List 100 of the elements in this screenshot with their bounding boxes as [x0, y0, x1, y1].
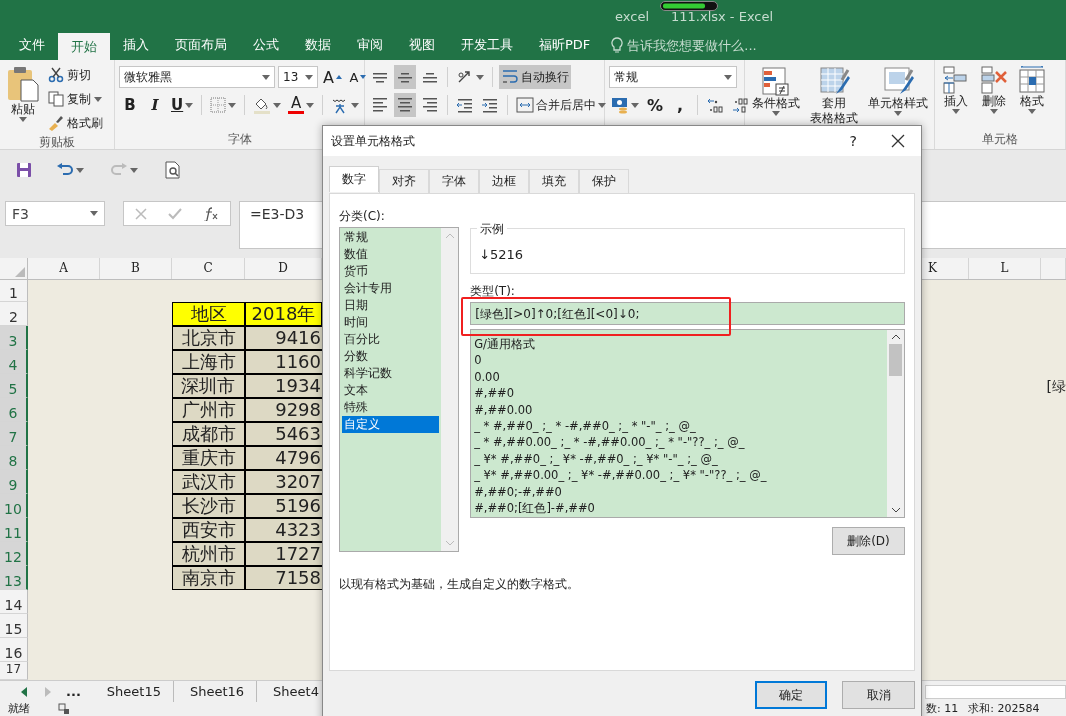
row-header[interactable]: 15	[0, 614, 28, 638]
format-painter-button[interactable]: 格式刷	[46, 112, 105, 134]
row-header[interactable]: 1	[0, 280, 28, 302]
row-header[interactable]: 6	[0, 398, 28, 422]
font-color-button[interactable]: A	[286, 93, 317, 117]
category-item[interactable]: 特殊	[342, 399, 440, 416]
row-header[interactable]: 9	[0, 470, 28, 494]
ribbon-tab[interactable]: 页面布局	[162, 30, 240, 60]
dialog-tab[interactable]: 保护	[579, 169, 629, 193]
row-header[interactable]: 8	[0, 446, 28, 470]
category-list[interactable]: 常规 数值 货币 会计专用 日期 时间 百分比 分数 科学记数 文本 特殊 自定义	[339, 227, 460, 552]
align-button[interactable]	[394, 93, 416, 117]
ribbon-tab[interactable]: 视图	[396, 30, 448, 60]
category-item[interactable]: 数值	[342, 246, 440, 263]
paste-button[interactable]: 粘贴	[4, 64, 42, 134]
italic-button[interactable]: I	[144, 93, 166, 117]
category-item[interactable]: 货币	[342, 263, 440, 280]
dialog-tab[interactable]: 对齐	[379, 169, 429, 193]
font-name-field[interactable]: 微软雅黑	[119, 66, 275, 88]
dialog-tab[interactable]: 填充	[529, 169, 579, 193]
format-item[interactable]: _ ¥* #,##0.00_ ;_ ¥* -#,##0.00_ ;_ ¥* "-"??_ ;_ @_	[474, 467, 884, 484]
row-header[interactable]: 2	[0, 302, 28, 326]
row-header[interactable]: 4	[0, 350, 28, 374]
font-size-field[interactable]: 13	[278, 66, 318, 88]
underline-button[interactable]: U	[169, 93, 196, 117]
category-item[interactable]: 文本	[342, 382, 440, 399]
format-item[interactable]: G/通用格式	[474, 336, 884, 353]
table-brush-icon	[818, 66, 850, 96]
help-button[interactable]: ?	[849, 133, 857, 149]
category-item[interactable]: 日期	[342, 297, 440, 314]
dialog-tab[interactable]: 边框	[479, 169, 529, 193]
dialog-tab[interactable]: 字体	[429, 169, 479, 193]
row-header[interactable]: 17	[0, 662, 28, 680]
ribbon-tab[interactable]: 审阅	[344, 30, 396, 60]
ribbon-tab[interactable]: 开发工具	[448, 30, 526, 60]
dialog-tab[interactable]: 数字	[329, 166, 379, 192]
format-item[interactable]: #,##0;-#,##0	[474, 483, 884, 501]
scrollbar-thumb[interactable]	[889, 344, 902, 376]
format-item[interactable]: #,##0.00	[474, 401, 884, 419]
format-item[interactable]: 0	[474, 352, 884, 369]
category-item[interactable]: 时间	[342, 314, 440, 331]
ribbon-tab[interactable]: 文件	[6, 30, 58, 60]
row-header[interactable]: 13	[0, 566, 28, 590]
more-sheets-button[interactable]: ...	[56, 684, 91, 699]
delete-button[interactable]: 删除(D)	[832, 527, 905, 555]
category-item[interactable]: 科学记数	[342, 365, 440, 382]
delete-cells-icon	[980, 66, 1008, 94]
column-header[interactable]: B	[100, 258, 172, 279]
merge-button[interactable]: 合并后居中	[514, 93, 608, 117]
format-item[interactable]: _ * #,##0_ ;_ * -#,##0_ ;_ * "-"_ ;_ @_	[474, 418, 884, 435]
type-field[interactable]: [绿色][>0]↑0;[红色][<0]↓0;	[470, 302, 905, 325]
row-header[interactable]: 14	[0, 590, 28, 614]
tell-me-field[interactable]: 告诉我您想要做什么...	[627, 37, 788, 53]
category-item[interactable]: 自定义	[342, 416, 440, 433]
number-format-field[interactable]: 常规	[609, 66, 737, 88]
row-header[interactable]: 10	[0, 494, 28, 518]
shrink-font-button[interactable]: A	[346, 65, 369, 89]
row-header[interactable]: 5	[0, 374, 28, 398]
format-item[interactable]: #,##0	[474, 385, 884, 402]
comma-button[interactable]: ,	[669, 93, 691, 117]
grow-font-button[interactable]: A	[321, 65, 344, 89]
ribbon-tab[interactable]: 福昕PDF	[526, 30, 604, 60]
format-item[interactable]: 0.00	[474, 368, 884, 386]
format-item[interactable]: _ ¥* #,##0_ ;_ ¥* -#,##0_ ;_ ¥* "-"_ ;_ @_	[474, 450, 884, 468]
lines-icon	[398, 71, 412, 83]
ribbon-tab[interactable]: 公式	[240, 30, 292, 60]
ribbon-tab[interactable]: 开始	[58, 33, 110, 60]
ribbon-tab[interactable]: 插入	[110, 30, 162, 60]
row-header[interactable]: 7	[0, 422, 28, 446]
row-header[interactable]: 16	[0, 638, 28, 662]
description-text: 以现有格式为基础，生成自定义的数字格式。	[339, 576, 580, 593]
category-item[interactable]: 常规	[342, 229, 440, 246]
column-header[interactable]: L	[969, 258, 1041, 279]
column-header[interactable]: A	[28, 258, 100, 279]
scrollbar[interactable]	[925, 685, 1066, 699]
sample-text: ↓5216	[479, 247, 525, 262]
table-cell: 武汉市	[172, 470, 245, 494]
category-item[interactable]: 分数	[342, 348, 440, 365]
row-header[interactable]: 3	[0, 326, 28, 350]
cancel-button[interactable]: 取消	[842, 681, 915, 709]
ribbon-tab[interactable]: 数据	[292, 30, 344, 60]
format-item[interactable]: _ * #,##0.00_ ;_ * -#,##0.00_ ;_ * "-"??_ ;_ @_	[474, 434, 884, 451]
row-header[interactable]: 11	[0, 518, 28, 542]
category-item[interactable]: 会计专用	[342, 280, 440, 297]
cells-button[interactable]: 格式	[1015, 64, 1049, 131]
cells-button[interactable]: 删除	[977, 64, 1011, 131]
ok-button[interactable]: 确定	[755, 681, 827, 709]
copy-button[interactable]: 复制	[46, 88, 105, 110]
align-button[interactable]	[394, 65, 416, 89]
category-item[interactable]: 百分比	[342, 331, 440, 348]
cut-button[interactable]: 剪切	[46, 64, 105, 86]
row-header[interactable]: 12	[0, 542, 28, 566]
wrap-text-button[interactable]: 自动换行	[499, 65, 571, 89]
format-list[interactable]	[470, 329, 905, 518]
percent-button[interactable]: %	[644, 93, 666, 117]
name-box[interactable]: F3	[5, 201, 105, 226]
bold-button[interactable]: B	[119, 93, 141, 117]
format-item[interactable]: #,##0;[红色]-#,##0	[474, 500, 884, 517]
cells-button[interactable]: 插入	[939, 64, 973, 131]
column-header[interactable]: C	[172, 258, 245, 279]
